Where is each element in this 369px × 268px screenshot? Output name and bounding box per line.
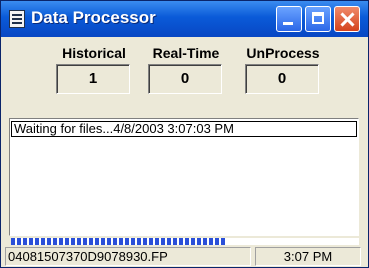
progress-fill: [11, 238, 227, 245]
status-file-name: 04081507370D9078930.FP: [5, 247, 251, 266]
status-time: 3:07 PM: [255, 247, 361, 266]
unprocess-label: UnProcess: [246, 45, 320, 61]
progress-bar: [11, 238, 359, 245]
close-button[interactable]: [334, 6, 360, 32]
maximize-button[interactable]: [305, 6, 331, 32]
minimize-button[interactable]: [276, 6, 302, 32]
data-processor-window: Data Processor Historical Real-Time UnPr…: [0, 0, 369, 268]
historical-label: Historical: [62, 45, 126, 61]
app-list-icon[interactable]: [9, 10, 25, 28]
real-time-count: 0: [148, 64, 222, 94]
unprocess-count: 0: [245, 64, 319, 94]
log-entry[interactable]: Waiting for files...4/8/2003 3:07:03 PM: [11, 121, 357, 137]
title-bar[interactable]: Data Processor: [1, 1, 368, 37]
window-title: Data Processor: [31, 8, 156, 27]
historical-count: 1: [56, 64, 130, 94]
real-time-label: Real-Time: [152, 45, 220, 61]
log-listbox[interactable]: Waiting for files...4/8/2003 3:07:03 PM: [9, 118, 359, 236]
